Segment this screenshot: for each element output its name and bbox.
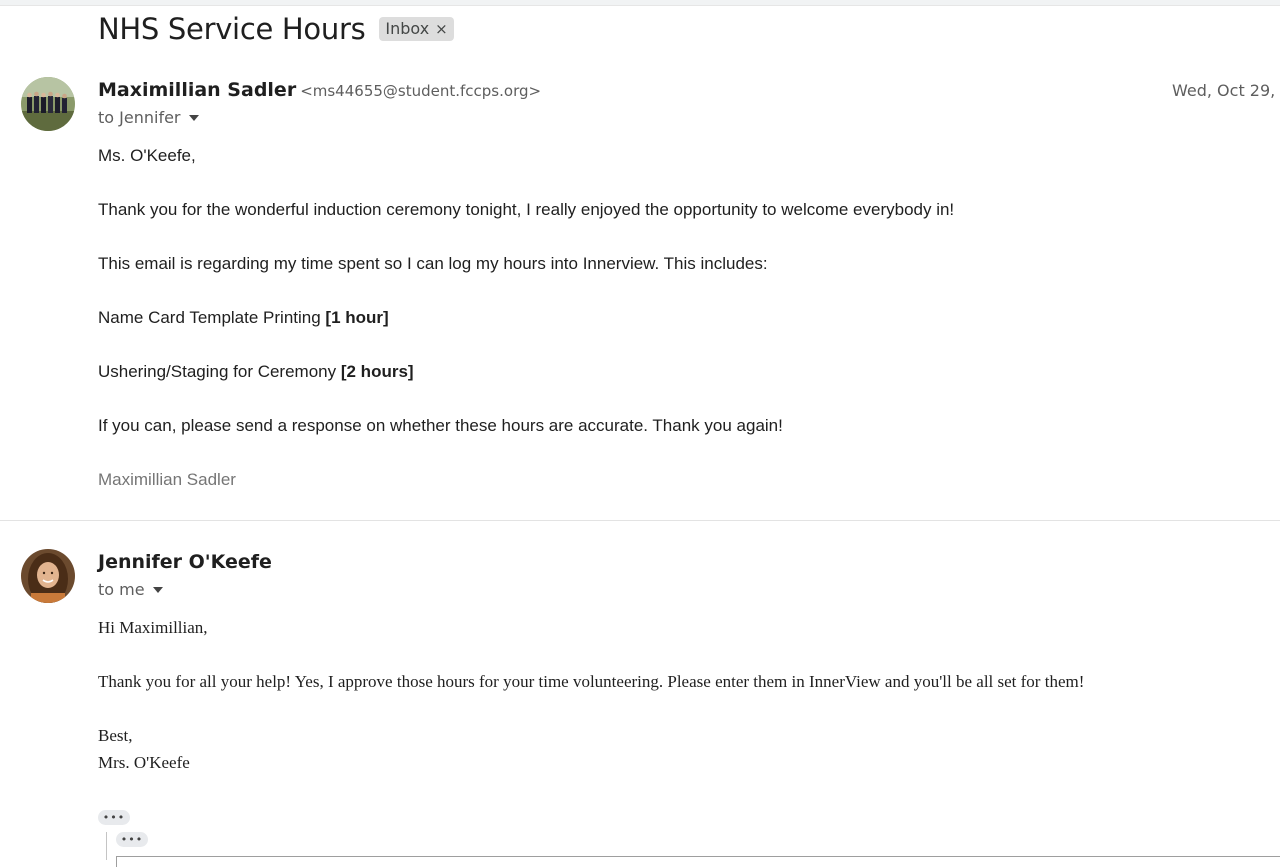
- greeting: Ms. O'Keefe,: [98, 146, 196, 165]
- chevron-down-icon[interactable]: [188, 114, 199, 121]
- quoted-text-box: [116, 856, 1280, 867]
- group-photo-avatar: [21, 77, 75, 131]
- item-hours: [1 hour]: [325, 308, 389, 327]
- body-paragraph: If you can, please send a response on wh…: [98, 416, 783, 435]
- close-icon[interactable]: ×: [435, 20, 448, 38]
- label-text: Inbox: [385, 19, 430, 38]
- recipient-text: to Jennifer: [98, 108, 181, 127]
- chevron-down-icon[interactable]: [152, 586, 163, 593]
- recipient-line: to Jennifer: [98, 108, 199, 127]
- signature: Maximillian Sadler: [98, 470, 236, 489]
- hours-item: Ushering/Staging for Ceremony [2 hours]: [98, 362, 414, 382]
- sender-avatar[interactable]: [21, 77, 75, 131]
- portrait-avatar: [21, 549, 75, 603]
- recipient-text: to me: [98, 580, 145, 599]
- body-paragraph: Thank you for the wonderful induction ce…: [98, 200, 955, 219]
- item-hours: [2 hours]: [340, 362, 414, 381]
- item-text: Name Card Template Printing: [98, 308, 326, 327]
- sender-name[interactable]: Maximillian Sadler: [98, 79, 296, 101]
- body-paragraph: Thank you for all your help! Yes, I appr…: [98, 672, 1085, 691]
- body-paragraph: This email is regarding my time spent so…: [98, 254, 768, 273]
- sender-avatar[interactable]: [21, 549, 75, 603]
- sender-email: <ms44655@student.fccps.org>: [300, 82, 542, 100]
- recipient-line: to me: [98, 580, 163, 599]
- thread-subject: NHS Service Hours: [98, 12, 366, 46]
- show-trimmed-content-button[interactable]: •••: [98, 810, 130, 825]
- sender-name[interactable]: Jennifer O'Keefe: [98, 551, 272, 573]
- message-divider: [0, 520, 1280, 521]
- quote-bar: [106, 832, 107, 860]
- show-quoted-text-button[interactable]: •••: [116, 832, 148, 847]
- greeting: Hi Maximillian,: [98, 618, 208, 637]
- thread-header: NHS Service Hours Inbox ×: [98, 12, 454, 46]
- message-date: Wed, Oct 29, 7: [1172, 81, 1280, 100]
- top-divider: [0, 0, 1280, 6]
- item-text: Ushering/Staging for Ceremony: [98, 362, 341, 381]
- sender-line: Maximillian Sadler <ms44655@student.fccps…: [98, 79, 541, 101]
- closing: Best,: [98, 726, 133, 745]
- inbox-label-chip[interactable]: Inbox ×: [379, 17, 454, 41]
- signature: Mrs. O'Keefe: [98, 753, 190, 772]
- hours-item: Name Card Template Printing [1 hour]: [98, 308, 389, 328]
